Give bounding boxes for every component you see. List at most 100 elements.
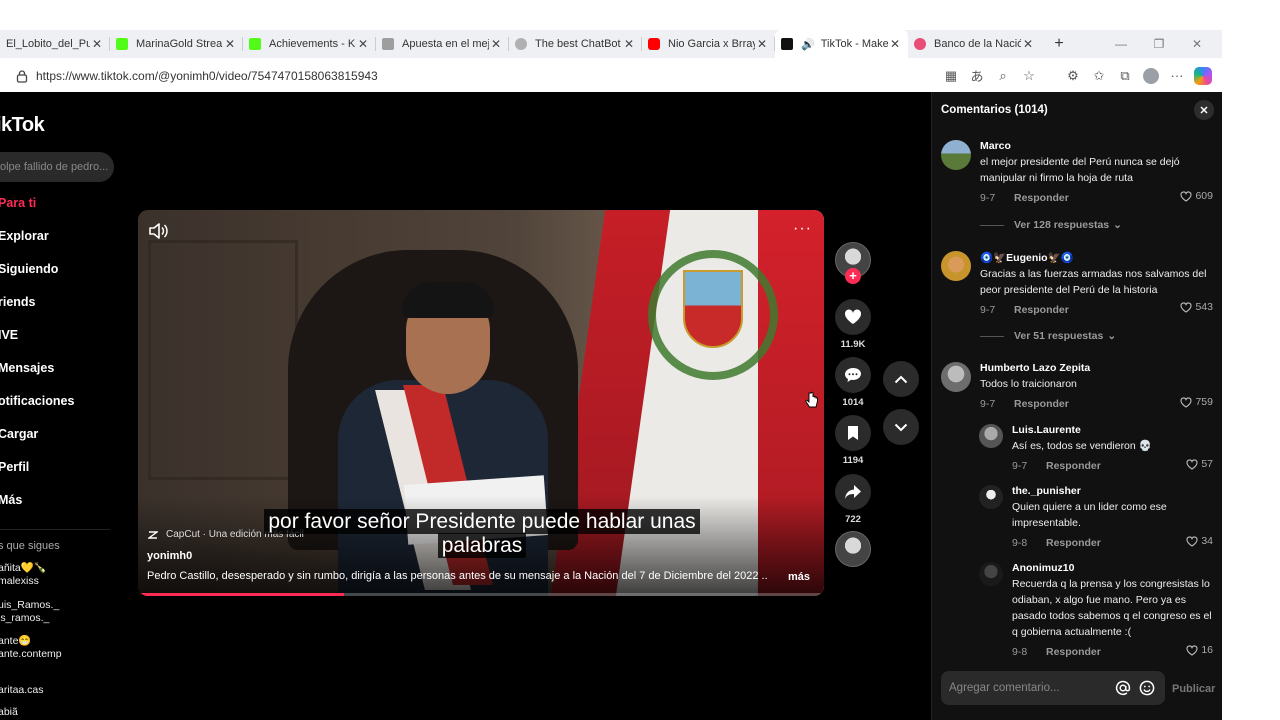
comment-like-button[interactable]: 759 (1180, 394, 1213, 410)
extensions-icon[interactable]: ⚙ (1062, 66, 1084, 86)
sound-avatar[interactable] (835, 531, 871, 567)
reply-button[interactable]: Responder (1046, 646, 1101, 658)
minimize-icon[interactable]: — (1102, 37, 1140, 51)
comment-button[interactable] (835, 357, 871, 393)
nav-live[interactable]: IVE (0, 328, 118, 342)
reply-button[interactable]: Responder (1014, 304, 1069, 316)
comment-like-button[interactable]: 16 (1186, 642, 1213, 658)
view-replies-button[interactable]: Ver 128 respuestas ⌄ (980, 219, 1122, 231)
following-handle: malexiss (0, 575, 39, 587)
avatar[interactable] (979, 562, 1003, 586)
view-replies-button[interactable]: Ver 51 respuestas ⌄ (980, 330, 1116, 342)
comment-username[interactable]: Anonimuz10 (1012, 562, 1213, 574)
browser-tab[interactable]: Nio Garcia x Brray ✕ (642, 30, 775, 58)
save-button[interactable] (835, 415, 871, 451)
comment-username[interactable]: the._punisher (1012, 485, 1213, 497)
more-button[interactable]: más (788, 571, 810, 583)
copilot-icon[interactable] (1192, 66, 1214, 86)
avatar[interactable] (941, 251, 971, 281)
comment-like-button[interactable]: 34 (1186, 533, 1213, 549)
browser-tab[interactable]: Achievements - Ki ✕ (243, 30, 376, 58)
save-count: 1194 (842, 455, 864, 466)
avatar[interactable] (979, 485, 1003, 509)
nav-notificaciones[interactable]: otificaciones (0, 394, 118, 408)
following-item[interactable]: abiã (0, 706, 118, 719)
collections-icon[interactable]: ⧉ (1114, 66, 1136, 86)
comment-like-button[interactable]: 609 (1180, 188, 1213, 204)
following-item[interactable]: aritaa.cas (0, 684, 118, 697)
tab-title: Banco de la Nació (934, 38, 1021, 50)
reply-button[interactable]: Responder (1046, 460, 1101, 472)
comment-username[interactable]: Luis.Laurente (1012, 424, 1213, 436)
nav-friends[interactable]: riends (0, 295, 118, 309)
browser-tab-active[interactable]: 🔊 TikTok - Make ✕ (775, 30, 908, 58)
comment-like-button[interactable]: 57 (1186, 456, 1213, 472)
comment-username[interactable]: Humberto Lazo Zepita (980, 362, 1213, 374)
publish-button[interactable]: Publicar (1172, 683, 1215, 695)
new-tab-icon[interactable]: + (1047, 35, 1071, 53)
browser-tab[interactable]: The best ChatBot ✕ (509, 30, 642, 58)
close-tab-icon[interactable]: ✕ (755, 37, 769, 51)
more-menu-icon[interactable]: ··· (1166, 66, 1188, 86)
avatar[interactable] (941, 362, 971, 392)
volume-icon[interactable] (148, 222, 168, 240)
maximize-icon[interactable]: ❐ (1140, 37, 1178, 51)
close-tab-icon[interactable]: ✕ (223, 37, 237, 51)
nav-cargar[interactable]: Cargar (0, 427, 118, 441)
nav-explorar[interactable]: Explorar (0, 229, 118, 243)
nav-siguiendo[interactable]: Siguiendo (0, 262, 118, 276)
favorite-star-icon[interactable]: ☆ (1018, 66, 1040, 86)
reply-button[interactable]: Responder (1014, 192, 1069, 204)
comment-username[interactable]: 🧿🦅Eugenio🦅🧿 (980, 251, 1213, 264)
translate-icon[interactable]: あ (966, 66, 988, 86)
browser-tab[interactable]: El_Lobito_del_Pue ✕ (0, 30, 110, 58)
nav-perfil[interactable]: Perfil (0, 460, 118, 474)
next-video-button[interactable] (883, 409, 919, 445)
reply-button[interactable]: Responder (1046, 537, 1101, 549)
close-comments-button[interactable] (1194, 100, 1214, 120)
browser-tab[interactable]: Banco de la Nació ✕ (908, 30, 1041, 58)
tiktok-icon (781, 38, 793, 50)
close-tab-icon[interactable]: ✕ (356, 37, 370, 51)
close-tab-icon[interactable]: ✕ (489, 37, 503, 51)
zoom-icon[interactable]: ⌕ (992, 66, 1014, 86)
search-input[interactable]: olpe fallido de pedro... (0, 152, 114, 182)
video-player[interactable]: ··· CapCut · Una edición más fácil por f… (138, 210, 824, 596)
like-button[interactable] (835, 299, 871, 335)
nav-mensajes[interactable]: Mensajes (0, 361, 118, 375)
browser-tab[interactable]: Apuesta en el mej ✕ (376, 30, 509, 58)
avatar[interactable] (979, 424, 1003, 448)
browser-tab[interactable]: MarinaGold Strea ✕ (110, 30, 243, 58)
comment-username[interactable]: Marco (980, 140, 1213, 152)
split-screen-icon[interactable]: ▦ (940, 66, 962, 86)
follow-plus-button[interactable]: + (845, 268, 861, 284)
nav-mas[interactable]: Más (0, 493, 118, 507)
url-field[interactable]: https://www.tiktok.com/@yonimh0/video/75… (36, 69, 936, 83)
close-tab-icon[interactable]: ✕ (90, 37, 104, 51)
mention-icon[interactable] (1113, 678, 1133, 698)
following-item[interactable]: uis_Ramos._ is_ramos._ (0, 599, 118, 625)
site-info-icon[interactable] (14, 68, 30, 84)
following-item[interactable]: añita💛🍾 malexiss (0, 562, 118, 588)
comment-like-button[interactable]: 543 (1180, 299, 1213, 315)
more-options-icon[interactable]: ··· (793, 220, 812, 238)
following-item[interactable]: ante😁 ante.contemp (0, 635, 118, 661)
profile-avatar[interactable] (1140, 66, 1162, 86)
close-tab-icon[interactable]: ✕ (622, 37, 636, 51)
close-tab-icon[interactable]: ✕ (1021, 37, 1035, 51)
close-tab-icon[interactable]: ✕ (888, 37, 902, 51)
speaker-icon[interactable]: 🔊 (801, 38, 815, 51)
nav-para-ti[interactable]: Para ti (0, 196, 118, 210)
share-button[interactable] (835, 474, 871, 510)
avatar[interactable] (941, 140, 971, 170)
video-author[interactable]: yonimh0 (147, 550, 192, 562)
comment-input[interactable] (949, 682, 1109, 694)
previous-video-button[interactable] (883, 361, 919, 397)
close-window-icon[interactable]: ✕ (1178, 37, 1216, 51)
favorites-icon[interactable]: ✩ (1088, 66, 1110, 86)
progress-bar[interactable] (138, 593, 824, 596)
emoji-icon[interactable] (1137, 678, 1157, 698)
reply-button[interactable]: Responder (1014, 398, 1069, 410)
tiktok-logo[interactable]: ikTok (0, 114, 45, 137)
tab-strip: El_Lobito_del_Pue ✕ MarinaGold Strea ✕ A… (0, 30, 1222, 58)
